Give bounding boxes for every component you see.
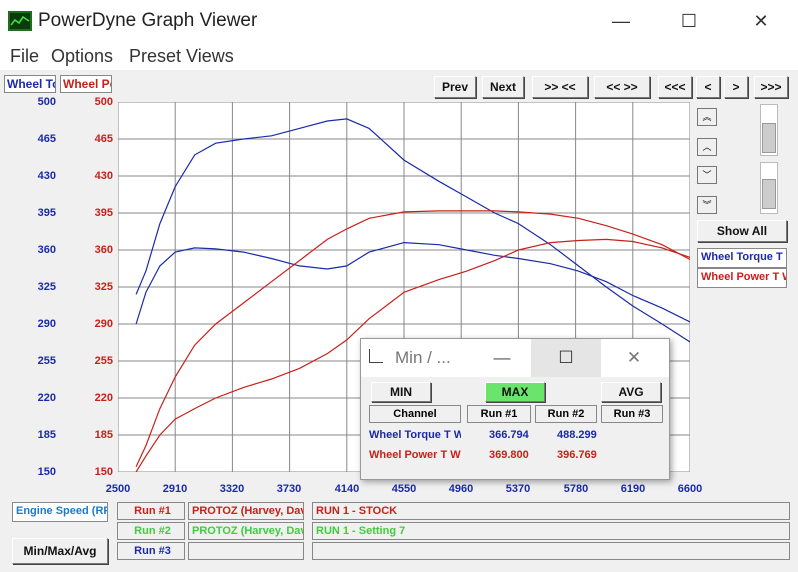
y-tick-label: 360 — [94, 244, 113, 256]
scrollbar-thumb[interactable] — [762, 179, 776, 209]
x-tick-label: 5370 — [505, 483, 531, 495]
run2-owner: PROTOZ (Harvey, David) — [188, 522, 304, 540]
x-tick-label: 6600 — [677, 483, 703, 495]
x-tick-label: 4550 — [391, 483, 417, 495]
menu-preset-views[interactable]: Preset Views — [129, 46, 234, 67]
run1-description: RUN 1 - STOCK — [312, 502, 790, 520]
menu-bar: File Options Preset Views — [0, 42, 798, 70]
maximize-button[interactable]: ☐ — [666, 6, 712, 38]
header-run1: Run #1 — [467, 405, 531, 423]
row-run2-value: 396.769 — [557, 449, 597, 461]
scale-down-fast-button[interactable]: ︾ — [697, 196, 717, 214]
dialog-app-icon — [369, 349, 383, 363]
min-max-dialog: Min / ... — ☐ ✕ MIN MAX AVG Channel Run … — [360, 338, 670, 480]
menu-file[interactable]: File — [10, 46, 39, 67]
x-channel-field[interactable]: Engine Speed (RPM) — [12, 502, 108, 522]
channel-torque-label[interactable]: Wheel Torque T — [697, 248, 787, 268]
show-all-button[interactable]: Show All — [697, 220, 787, 242]
menu-options[interactable]: Options — [51, 46, 113, 67]
min-max-avg-button[interactable]: Min/Max/Avg — [12, 538, 108, 564]
y-tick-label: 290 — [94, 318, 113, 330]
x-tick-label: 4140 — [334, 483, 360, 495]
scroll-first-button[interactable]: <<< — [658, 76, 692, 98]
header-run2: Run #2 — [535, 405, 597, 423]
zoom-in-button[interactable]: >> << — [532, 76, 588, 98]
y-tick-label: 185 — [94, 429, 113, 441]
y-tick-label: 220 — [37, 392, 56, 404]
upper-scrollbar[interactable] — [760, 104, 778, 156]
run1-owner: PROTOZ (Harvey, David) — [188, 502, 304, 520]
run3-owner — [188, 542, 304, 560]
y-tick-label: 500 — [37, 96, 56, 108]
y-tick-label: 255 — [37, 355, 56, 367]
scale-up-fast-button[interactable]: ︽ — [697, 108, 717, 126]
max-button[interactable]: MAX — [485, 382, 545, 402]
x-tick-label: 5780 — [563, 483, 589, 495]
run2-description: RUN 1 - Setting 7 — [312, 522, 790, 540]
scroll-last-button[interactable]: >>> — [754, 76, 788, 98]
y-tick-label: 185 — [37, 429, 56, 441]
minimize-button[interactable]: — — [598, 6, 644, 38]
x-tick-label: 3730 — [276, 483, 302, 495]
y-tick-label: 395 — [37, 207, 56, 219]
y-tick-label: 255 — [94, 355, 113, 367]
x-tick-label: 3320 — [219, 483, 245, 495]
header-run3: Run #3 — [601, 405, 663, 423]
tab-wheel-power[interactable]: Wheel Po — [60, 75, 112, 93]
x-tick-label: 2910 — [162, 483, 188, 495]
y-tick-label: 465 — [37, 133, 56, 145]
run1-label[interactable]: Run #1 — [117, 502, 185, 520]
y-tick-label: 150 — [37, 466, 56, 478]
x-tick-label: 6190 — [620, 483, 646, 495]
y-tick-label: 430 — [94, 170, 113, 182]
dialog-title-bar: Min / ... — ☐ ✕ — [361, 339, 669, 377]
scroll-left-button[interactable]: < — [696, 76, 720, 98]
scroll-right-button[interactable]: > — [724, 76, 748, 98]
scale-down-button[interactable]: ﹀ — [697, 166, 717, 184]
run2-label[interactable]: Run #2 — [117, 522, 185, 540]
x-tick-label: 2500 — [105, 483, 131, 495]
header-channel: Channel — [369, 405, 461, 423]
row-run1-value: 369.800 — [489, 449, 529, 461]
y-tick-label: 360 — [37, 244, 56, 256]
row-channel: Wheel Torque T W — [369, 429, 461, 441]
row-run1-value: 366.794 — [489, 429, 529, 441]
tab-wheel-torque[interactable]: Wheel To — [4, 75, 56, 93]
scale-up-button[interactable]: ︿ — [697, 138, 717, 156]
row-run2-value: 488.299 — [557, 429, 597, 441]
next-button[interactable]: Next — [482, 76, 524, 98]
lower-scrollbar[interactable] — [760, 162, 778, 214]
y-tick-label: 325 — [37, 281, 56, 293]
dialog-close-button[interactable]: ✕ — [611, 343, 657, 373]
y-tick-label: 500 — [94, 96, 113, 108]
series-line-2 — [135, 241, 691, 325]
main-window: PowerDyne Graph Viewer — ☐ ✕ File Option… — [0, 0, 798, 572]
dialog-title: Min / ... — [395, 348, 451, 367]
y-tick-label: 150 — [94, 466, 113, 478]
scrollbar-thumb[interactable] — [762, 123, 776, 153]
app-graph-icon — [8, 11, 32, 31]
y-tick-label: 395 — [94, 207, 113, 219]
zoom-out-button[interactable]: << >> — [594, 76, 650, 98]
avg-button[interactable]: AVG — [601, 382, 661, 402]
channel-power-label[interactable]: Wheel Power T W — [697, 268, 787, 288]
window-title: PowerDyne Graph Viewer — [38, 10, 258, 31]
y-tick-label: 220 — [94, 392, 113, 404]
dialog-minimize-button[interactable]: — — [479, 343, 525, 373]
y-tick-label: 465 — [94, 133, 113, 145]
close-button[interactable]: ✕ — [738, 6, 784, 38]
x-tick-label: 4960 — [448, 483, 474, 495]
run3-label[interactable]: Run #3 — [117, 542, 185, 560]
title-bar: PowerDyne Graph Viewer — ☐ ✕ — [0, 0, 798, 42]
y-tick-label: 430 — [37, 170, 56, 182]
row-channel: Wheel Power T W — [369, 449, 461, 461]
y-tick-label: 290 — [37, 318, 56, 330]
run3-description — [312, 542, 790, 560]
min-button[interactable]: MIN — [371, 382, 431, 402]
dialog-maximize-button[interactable]: ☐ — [531, 339, 601, 377]
series-line-1 — [135, 118, 691, 343]
y-tick-label: 325 — [94, 281, 113, 293]
prev-button[interactable]: Prev — [434, 76, 476, 98]
